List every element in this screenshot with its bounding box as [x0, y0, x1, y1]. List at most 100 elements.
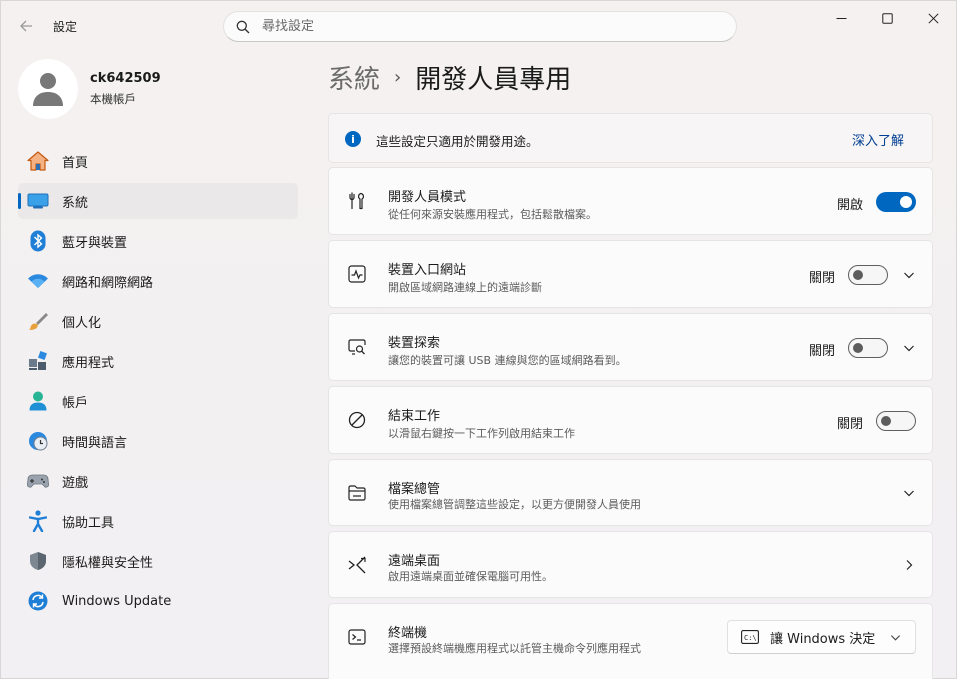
breadcrumb-parent[interactable]: 系統: [328, 59, 380, 96]
sidebar-item-label: Windows Update: [62, 593, 172, 609]
sidebar-item-system[interactable]: 系統: [18, 183, 298, 219]
chevron-down-icon[interactable]: [901, 485, 917, 501]
device-discovery-icon: [346, 336, 368, 358]
device-discovery-toggle[interactable]: [848, 338, 888, 358]
minimize-button[interactable]: [818, 1, 864, 35]
chevron-right-icon[interactable]: [901, 557, 917, 573]
back-arrow-icon: [20, 20, 32, 32]
setting-description: 選擇預設終端機應用程式以託管主機命令列應用程式: [388, 642, 641, 655]
setting-description: 使用檔案總管調整這些設定，以更方便開發人員使用: [388, 498, 641, 511]
system-icon: [27, 190, 49, 212]
info-icon: i: [345, 131, 361, 147]
sidebar-item-privacy[interactable]: 隱私權與安全性: [18, 543, 298, 579]
setting-developer-mode: 開發人員模式 從任何來源安裝應用程式，包括鬆散檔案。 開啟: [328, 167, 933, 235]
brush-icon: [27, 310, 49, 332]
sidebar-item-personalization[interactable]: 個人化: [18, 303, 298, 339]
device-portal-toggle[interactable]: [848, 265, 888, 285]
setting-title: 裝置入口網站: [388, 263, 467, 278]
remote-desktop-icon: [346, 554, 368, 576]
account-type: 本機帳戶: [90, 92, 136, 106]
sidebar-item-network[interactable]: 網路和網際網路: [18, 263, 298, 299]
breadcrumb: 系統 › 開發人員專用: [328, 59, 571, 96]
maximize-icon: [881, 12, 893, 24]
gamepad-icon: [27, 470, 49, 492]
accessibility-icon: [27, 510, 49, 532]
setting-terminal: 終端機 選擇預設終端機應用程式以託管主機命令列應用程式 C:\ 讓 Window…: [328, 603, 933, 679]
setting-file-explorer[interactable]: 檔案總管 使用檔案總管調整這些設定，以更方便開發人員使用: [328, 459, 933, 526]
sidebar-item-label: 時間與語言: [62, 435, 128, 451]
sidebar-item-label: 遊戲: [62, 475, 89, 491]
chevron-down-icon[interactable]: [901, 267, 917, 283]
clock-globe-icon: [27, 430, 49, 452]
sidebar-item-label: 藍牙與裝置: [62, 235, 128, 251]
close-icon: [927, 12, 939, 24]
toggle-state-label: 關閉: [837, 417, 864, 432]
dropdown-selected-value: 讓 Windows 決定: [770, 631, 876, 647]
setting-end-task: 結束工作 以滑鼠右鍵按一下工作列啟用結束工作 關閉: [328, 386, 933, 454]
learn-more-link[interactable]: 深入了解: [852, 130, 904, 149]
setting-device-portal[interactable]: 裝置入口網站 開啟區域網路連線上的遠端診斷 關閉: [328, 240, 933, 308]
svg-text:C:\: C:\: [744, 634, 757, 642]
terminal-app-dropdown[interactable]: C:\ 讓 Windows 決定: [727, 620, 916, 654]
user-profile[interactable]: ck642509 本機帳戶: [18, 59, 161, 119]
sidebar-item-label: 隱私權與安全性: [62, 555, 154, 571]
sidebar-item-label: 系統: [62, 195, 89, 211]
sidebar-item-accessibility[interactable]: 協助工具: [18, 503, 298, 539]
user-name: ck642509: [90, 71, 161, 86]
setting-title: 結束工作: [388, 409, 441, 424]
settings-window: 設定 ck642509 本機帳戶 首頁: [0, 0, 957, 679]
chevron-down-icon[interactable]: [901, 340, 917, 356]
sidebar-item-time-language[interactable]: 時間與語言: [18, 423, 298, 459]
info-text: 這些設定只適用於開發用途。: [376, 134, 539, 149]
end-task-toggle[interactable]: [876, 411, 916, 431]
command-prompt-icon: C:\: [741, 630, 759, 644]
setting-title: 遠端桌面: [388, 554, 441, 569]
account-icon: [27, 390, 49, 412]
setting-description: 開啟區域網路連線上的遠端診斷: [388, 281, 542, 294]
setting-device-discovery[interactable]: 裝置探索 讓您的裝置可讓 USB 連線與您的區域網路看到。 關閉: [328, 313, 933, 381]
apps-icon: [27, 350, 49, 372]
sidebar-item-apps[interactable]: 應用程式: [18, 343, 298, 379]
shield-icon: [27, 550, 49, 572]
search-input[interactable]: [262, 19, 702, 34]
sidebar-item-home[interactable]: 首頁: [18, 143, 298, 179]
sidebar-item-label: 協助工具: [62, 515, 115, 531]
sidebar-item-accounts[interactable]: 帳戶: [18, 383, 298, 419]
minimize-icon: [836, 17, 846, 19]
folder-icon: [346, 482, 368, 504]
setting-description: 啟用遠端桌面並確保電腦可用性。: [388, 570, 553, 583]
update-icon: [27, 590, 49, 612]
toggle-state-label: 關閉: [809, 344, 836, 359]
sidebar-item-label: 個人化: [62, 315, 102, 331]
home-icon: [27, 150, 49, 172]
setting-description: 讓您的裝置可讓 USB 連線與您的區域網路看到。: [388, 354, 627, 367]
setting-remote-desktop[interactable]: 遠端桌面 啟用遠端桌面並確保電腦可用性。: [328, 531, 933, 598]
breadcrumb-separator: ›: [394, 67, 402, 88]
diagnostics-icon: [346, 263, 368, 285]
back-button[interactable]: [13, 13, 39, 39]
developer-mode-toggle[interactable]: [876, 192, 916, 212]
chevron-down-icon: [890, 635, 901, 641]
setting-title: 裝置探索: [388, 336, 441, 351]
page-title: 開發人員專用: [415, 65, 572, 95]
prohibited-icon: [346, 409, 368, 431]
maximize-button[interactable]: [864, 1, 910, 35]
sidebar-item-label: 帳戶: [62, 395, 89, 411]
setting-title: 終端機: [388, 626, 428, 641]
close-button[interactable]: [910, 1, 956, 35]
info-banner: i 這些設定只適用於開發用途。 深入了解: [328, 113, 933, 163]
sidebar-nav: 首頁 系統 藍牙與裝置 網路和網際網路 個人化 應用程式 帳戶 時間與語言 遊戲…: [18, 143, 298, 623]
terminal-icon: [346, 626, 368, 648]
search-icon: [236, 20, 250, 33]
search-box[interactable]: [223, 11, 737, 42]
setting-title: 開發人員模式: [388, 190, 467, 205]
sidebar-item-gaming[interactable]: 遊戲: [18, 463, 298, 499]
setting-description: 從任何來源安裝應用程式，包括鬆散檔案。: [388, 208, 597, 221]
developer-tools-icon: [346, 190, 368, 212]
sidebar-item-label: 應用程式: [62, 355, 115, 371]
toggle-state-label: 關閉: [809, 271, 836, 286]
sidebar-item-bluetooth[interactable]: 藍牙與裝置: [18, 223, 298, 259]
sidebar-item-label: 網路和網際網路: [62, 275, 154, 291]
title-bar: 設定: [1, 1, 957, 49]
sidebar-item-windows-update[interactable]: Windows Update: [18, 583, 298, 619]
